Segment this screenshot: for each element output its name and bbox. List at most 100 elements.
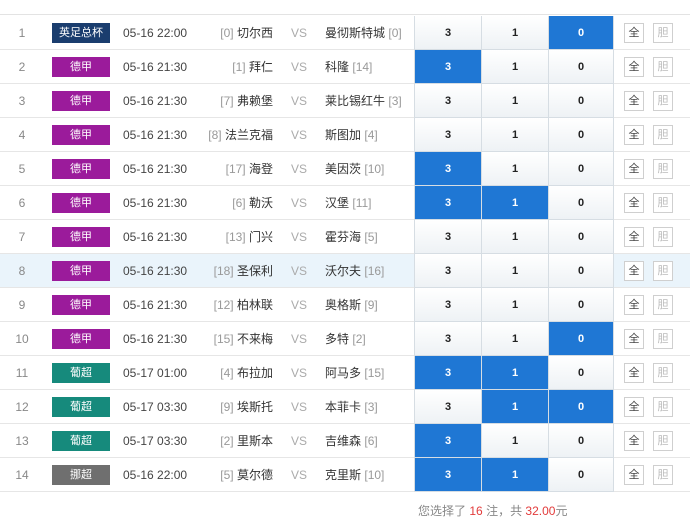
league-badge: 德甲 — [52, 329, 110, 349]
league-badge: 德甲 — [52, 227, 110, 247]
away-rank: [3] — [388, 94, 402, 108]
select-all-button[interactable]: 全 — [624, 91, 644, 111]
away-team: 克里斯 [10] — [325, 458, 384, 492]
odds-lose-option[interactable]: 0 — [548, 16, 614, 50]
odds-win-option[interactable]: 3 — [414, 322, 481, 356]
select-all-button[interactable]: 全 — [624, 295, 644, 315]
vs-label: VS — [291, 468, 308, 482]
odds-draw-option[interactable]: 1 — [481, 50, 548, 84]
odds-win-option[interactable]: 3 — [414, 356, 481, 390]
odds-win-option[interactable]: 3 — [414, 254, 481, 288]
odds-lose-option[interactable]: 0 — [548, 254, 614, 288]
select-all-button[interactable]: 全 — [624, 23, 644, 43]
away-team-name: 霍芬海 — [325, 230, 362, 244]
odds-win-option[interactable]: 3 — [414, 152, 481, 186]
odds-lose-option[interactable]: 0 — [548, 288, 614, 322]
home-team: [0] 切尔西 — [220, 16, 273, 50]
odds-draw-option[interactable]: 1 — [481, 84, 548, 118]
odds-lose-option[interactable]: 0 — [548, 458, 614, 492]
match-number: 2 — [18, 60, 26, 74]
select-all-button[interactable]: 全 — [624, 397, 644, 417]
odds-win-option[interactable]: 3 — [414, 118, 481, 152]
match-row: 8 德甲 05-16 21:30 [18] 圣保利 VS 沃尔夫 [16] 3 1 0 全胆 — [0, 254, 690, 288]
away-team: 曼彻斯特城 [0] — [325, 16, 402, 50]
select-all-button[interactable]: 全 — [624, 57, 644, 77]
home-team-name: 海登 — [248, 162, 273, 176]
league-badge: 德甲 — [52, 57, 110, 77]
match-time: 05-17 03:30 — [123, 400, 188, 414]
banker-button[interactable]: 胆 — [653, 329, 673, 349]
away-team: 多特 [2] — [325, 322, 366, 356]
banker-button[interactable]: 胆 — [653, 465, 673, 485]
select-all-button[interactable]: 全 — [624, 431, 644, 451]
match-board: 1 英足总杯 05-16 22:00 [0] 切尔西 VS 曼彻斯特城 [0] 3 1 0 全胆 2… — [0, 0, 690, 523]
odds-win-option[interactable]: 3 — [414, 16, 481, 50]
banker-button[interactable]: 胆 — [653, 397, 673, 417]
banker-button[interactable]: 胆 — [653, 125, 673, 145]
select-all-button[interactable]: 全 — [624, 363, 644, 383]
match-row: 2 德甲 05-16 21:30 [1] 拜仁 VS 科隆 [14] 3 1 0 全胆 — [0, 50, 690, 84]
banker-button[interactable]: 胆 — [653, 57, 673, 77]
select-all-button[interactable]: 全 — [624, 159, 644, 179]
odds-lose-option[interactable]: 0 — [548, 390, 614, 424]
odds-draw-option[interactable]: 1 — [481, 152, 548, 186]
odds-lose-option[interactable]: 0 — [548, 84, 614, 118]
banker-button[interactable]: 胆 — [653, 261, 673, 281]
odds-draw-option[interactable]: 1 — [481, 118, 548, 152]
odds-win-option[interactable]: 3 — [414, 458, 481, 492]
top-divider — [0, 14, 690, 15]
odds-lose-option[interactable]: 0 — [548, 118, 614, 152]
banker-button[interactable]: 胆 — [653, 227, 673, 247]
banker-button[interactable]: 胆 — [653, 295, 673, 315]
match-row: 10 德甲 05-16 21:30 [15] 不来梅 VS 多特 [2] 3 1 0 全胆 — [0, 322, 690, 356]
odds-lose-option[interactable]: 0 — [548, 356, 614, 390]
home-team-name: 圣保利 — [236, 264, 273, 278]
odds-draw-option[interactable]: 1 — [481, 424, 548, 458]
banker-button[interactable]: 胆 — [653, 363, 673, 383]
odds-draw-option[interactable]: 1 — [481, 390, 548, 424]
odds-win-option[interactable]: 3 — [414, 186, 481, 220]
away-team-name: 克里斯 — [325, 468, 362, 482]
match-row: 4 德甲 05-16 21:30 [8] 法兰克福 VS 斯图加 [4] 3 1 0 全胆 — [0, 118, 690, 152]
odds-draw-option[interactable]: 1 — [481, 220, 548, 254]
odds-win-option[interactable]: 3 — [414, 288, 481, 322]
odds-lose-option[interactable]: 0 — [548, 220, 614, 254]
banker-button[interactable]: 胆 — [653, 91, 673, 111]
odds-draw-option[interactable]: 1 — [481, 356, 548, 390]
odds-lose-option[interactable]: 0 — [548, 186, 614, 220]
odds-win-option[interactable]: 3 — [414, 390, 481, 424]
odds-lose-option[interactable]: 0 — [548, 322, 614, 356]
home-rank: [4] — [220, 366, 234, 380]
home-team-name: 门兴 — [248, 230, 273, 244]
odds-draw-option[interactable]: 1 — [481, 254, 548, 288]
home-team: [1] 拜仁 — [232, 50, 273, 84]
match-row: 14 挪超 05-16 22:00 [5] 莫尔德 VS 克里斯 [10] 3 1 0 全胆 — [0, 458, 690, 492]
odds-draw-option[interactable]: 1 — [481, 16, 548, 50]
banker-button[interactable]: 胆 — [653, 193, 673, 213]
banker-button[interactable]: 胆 — [653, 431, 673, 451]
select-all-button[interactable]: 全 — [624, 261, 644, 281]
odds-lose-option[interactable]: 0 — [548, 50, 614, 84]
odds-lose-option[interactable]: 0 — [548, 424, 614, 458]
odds-win-option[interactable]: 3 — [414, 220, 481, 254]
select-all-button[interactable]: 全 — [624, 465, 644, 485]
odds-win-option[interactable]: 3 — [414, 84, 481, 118]
away-rank: [2] — [352, 332, 366, 346]
home-team-name: 柏林联 — [236, 298, 273, 312]
odds-lose-option[interactable]: 0 — [548, 152, 614, 186]
banker-button[interactable]: 胆 — [653, 159, 673, 179]
select-all-button[interactable]: 全 — [624, 193, 644, 213]
odds-win-option[interactable]: 3 — [414, 50, 481, 84]
vs-label: VS — [291, 366, 308, 380]
select-all-button[interactable]: 全 — [624, 125, 644, 145]
odds-draw-option[interactable]: 1 — [481, 186, 548, 220]
odds-win-option[interactable]: 3 — [414, 424, 481, 458]
odds-draw-option[interactable]: 1 — [481, 288, 548, 322]
home-team: [5] 莫尔德 — [220, 458, 273, 492]
select-all-button[interactable]: 全 — [624, 227, 644, 247]
home-team-name: 切尔西 — [236, 26, 273, 40]
banker-button[interactable]: 胆 — [653, 23, 673, 43]
odds-draw-option[interactable]: 1 — [481, 322, 548, 356]
odds-draw-option[interactable]: 1 — [481, 458, 548, 492]
select-all-button[interactable]: 全 — [624, 329, 644, 349]
